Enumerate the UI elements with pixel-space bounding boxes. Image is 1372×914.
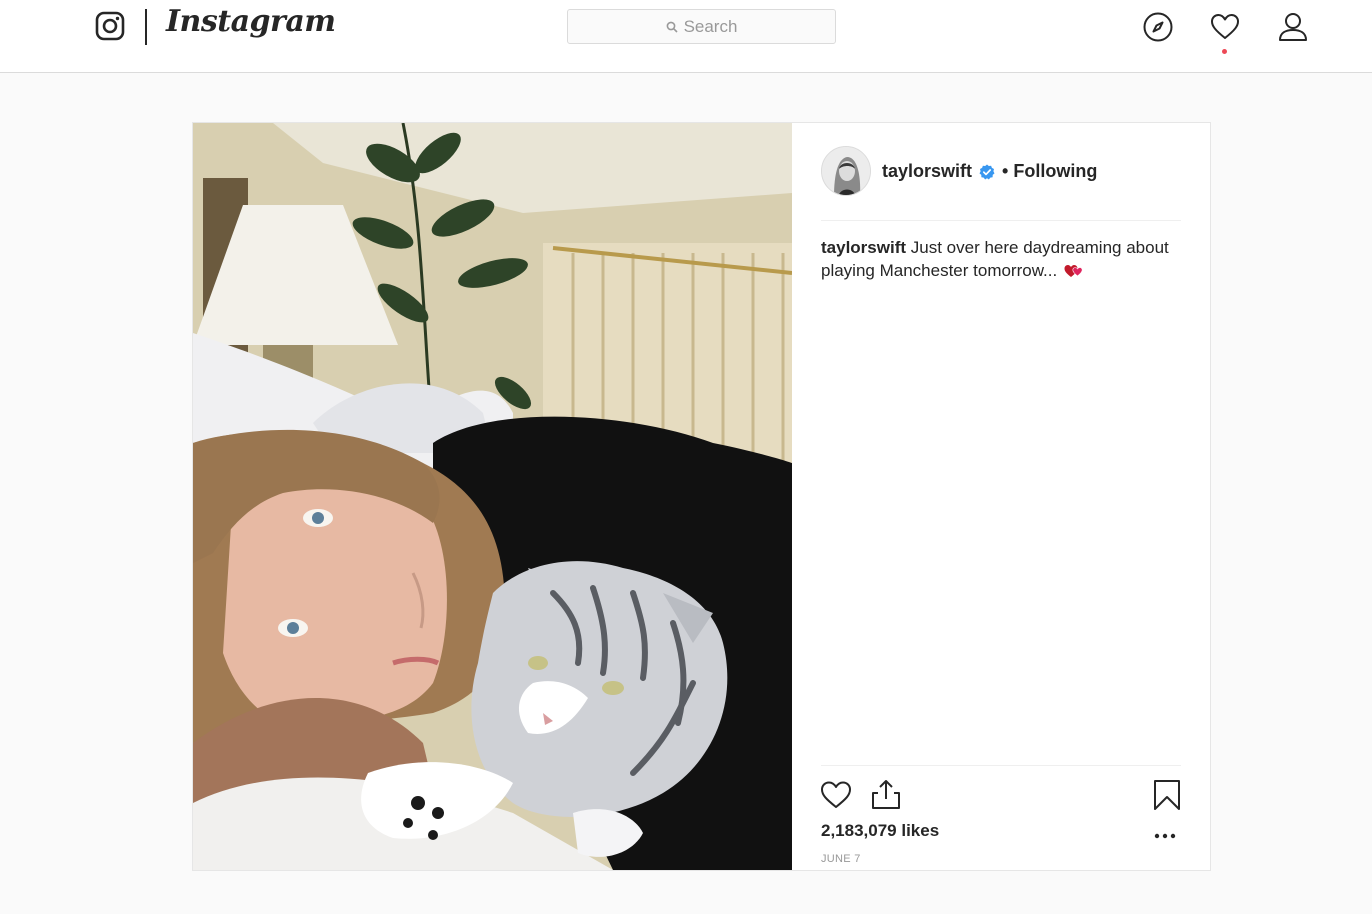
likes-count[interactable]: 2,183,079 likes bbox=[821, 821, 939, 841]
more-options-icon bbox=[1154, 833, 1176, 839]
following-button[interactable]: Following bbox=[1013, 161, 1097, 182]
actions-divider bbox=[821, 765, 1181, 766]
header-separator: • bbox=[1002, 161, 1009, 181]
instagram-wordmark[interactable]: Instagram bbox=[166, 4, 336, 39]
username-link[interactable]: taylorswift bbox=[882, 161, 972, 182]
search-placeholder: Search bbox=[683, 16, 738, 36]
logo-divider bbox=[145, 9, 147, 45]
post-photo[interactable] bbox=[193, 123, 792, 870]
more-options-button[interactable] bbox=[1152, 823, 1178, 849]
caption-username-link[interactable]: taylorswift bbox=[821, 238, 906, 257]
post-header: taylorswift • Following bbox=[882, 161, 1097, 182]
heart-icon[interactable] bbox=[1209, 11, 1241, 43]
notification-dot bbox=[1222, 49, 1227, 54]
avatar-image bbox=[822, 147, 870, 195]
profile-icon[interactable] bbox=[1277, 11, 1309, 43]
header-divider bbox=[821, 220, 1181, 221]
like-icon[interactable] bbox=[819, 778, 853, 812]
post-photo-illustration bbox=[193, 123, 792, 870]
post-sidebar: taylorswift • Following taylorswift Just… bbox=[792, 123, 1210, 870]
search-icon bbox=[666, 21, 678, 33]
two-hearts-emoji-icon bbox=[1064, 265, 1083, 277]
verified-badge-icon bbox=[979, 164, 995, 179]
top-navigation-bar: Instagram Search bbox=[0, 0, 1372, 73]
instagram-glyph-icon[interactable] bbox=[95, 11, 125, 41]
search-input[interactable]: Search bbox=[567, 9, 836, 44]
post-caption: taylorswift Just over here daydreaming a… bbox=[821, 236, 1186, 282]
bookmark-icon[interactable] bbox=[1150, 778, 1184, 812]
avatar[interactable] bbox=[821, 146, 871, 196]
post-date[interactable]: JUNE 7 bbox=[821, 853, 861, 865]
post-card: taylorswift • Following taylorswift Just… bbox=[192, 122, 1211, 871]
share-icon[interactable] bbox=[869, 778, 903, 812]
compass-icon[interactable] bbox=[1142, 11, 1174, 43]
